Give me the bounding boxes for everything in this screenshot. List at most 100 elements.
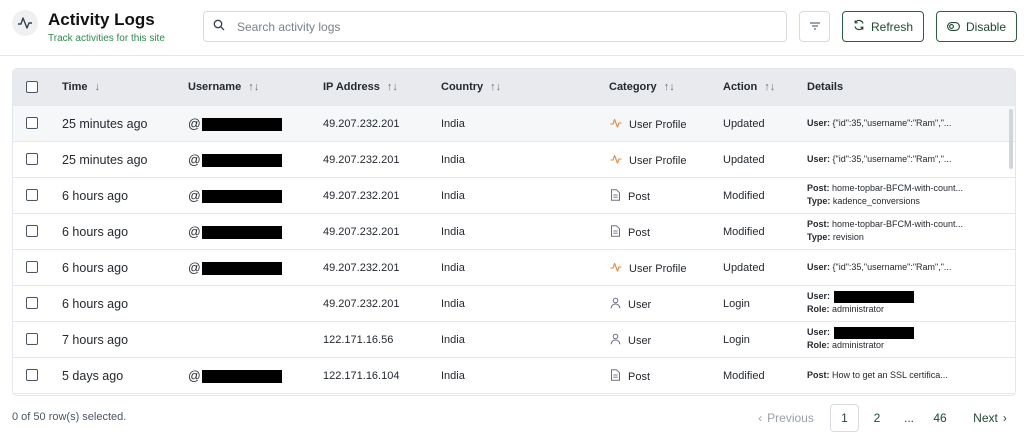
column-label: Country [441,81,484,93]
category-cell: Post [610,369,650,384]
category-label: User [628,298,652,311]
sort-icon: ↑↓ [764,81,776,93]
ip-cell: 49.207.232.201 [323,226,400,238]
column-header-ip[interactable]: IP Address ↑↓ [323,81,398,93]
column-label: IP Address [323,81,380,93]
row-checkbox[interactable] [26,261,38,273]
username-cell: @ [188,189,282,204]
time-cell: 7 hours ago [62,333,129,347]
detail-value: home-topbar-BFCM-with-count... [829,219,964,229]
table-row[interactable]: 7 hours ago 122.171.16.56 India User Log… [13,322,1015,358]
table-scrollbar[interactable] [1009,109,1013,169]
details-cell: User: Role: administrator [807,290,915,316]
sort-desc-icon: ↓ [94,81,100,93]
table-header: Time ↓ Username ↑↓ IP Address ↑↓ Country ↑↓ … [13,69,1015,106]
time-cell: 6 hours ago [62,297,129,311]
table-row[interactable]: 25 minutes ago @ 49.207.232.201 India Us… [13,142,1015,178]
ip-cell: 49.207.232.201 [323,154,400,166]
detail-key: Type: [807,232,831,242]
column-header-category[interactable]: Category ↑↓ [609,81,675,93]
row-checkbox[interactable] [26,117,38,129]
redacted-username [201,118,282,132]
user-icon [610,297,628,312]
detail-value: {"id":35,"username":"Ram","... [830,118,952,128]
username-prefix: @ [188,261,201,275]
row-checkbox[interactable] [26,333,38,345]
row-checkbox[interactable] [26,369,38,381]
details-cell: User: {"id":35,"username":"Ram","... [807,153,951,166]
row-checkbox[interactable] [26,189,38,201]
table-row[interactable]: 6 hours ago @ 49.207.232.201 India Post … [13,178,1015,214]
sort-icon: ↑↓ [386,81,398,93]
disable-label: Disable [966,19,1007,34]
sort-icon: ↑↓ [663,81,675,93]
column-header-country[interactable]: Country ↑↓ [441,81,501,93]
country-cell: India [441,370,465,382]
next-page-button[interactable]: Next › [967,404,1013,432]
category-cell: User [610,333,651,348]
ip-cell: 49.207.232.201 [323,262,400,274]
column-label: Details [807,81,844,93]
previous-page-button[interactable]: ‹ Previous [755,404,817,432]
country-cell: India [441,190,465,202]
detail-value: {"id":35,"username":"Ram","... [830,262,952,272]
page-button-1[interactable]: 1 [830,404,859,432]
filter-button[interactable] [799,11,830,42]
select-all-checkbox[interactable] [26,81,38,93]
column-header-username[interactable]: Username ↑↓ [188,81,259,93]
refresh-button[interactable]: Refresh [842,11,924,42]
detail-key: Role: [807,340,830,350]
table-row[interactable]: 6 hours ago 49.207.232.201 India User Lo… [13,286,1015,322]
category-cell: User Profile [610,261,686,276]
activity-icon [610,117,629,132]
page-header: Activity Logs Track activities for this … [0,0,1024,56]
redacted-username [201,262,282,276]
username-prefix: @ [188,117,201,131]
table-row[interactable]: 25 minutes ago @ 49.207.232.201 India Us… [13,106,1015,142]
details-cell: User: {"id":35,"username":"Ram","... [807,117,951,130]
page-subtitle: Track activities for this site [48,33,165,44]
activity-icon [610,153,629,168]
detail-key: User: [807,327,831,337]
country-cell: India [441,118,465,130]
table-row[interactable]: 5 days ago @ 122.171.16.104 India Post M… [13,358,1015,394]
table-row[interactable]: 6 hours ago @ 49.207.232.201 India Post … [13,214,1015,250]
column-label: Category [609,81,657,93]
action-cell: Modified [723,370,765,382]
disable-button[interactable]: Disable [936,11,1017,42]
detail-value: home-topbar-BFCM-with-count... [829,183,964,193]
username-cell: @ [188,225,282,240]
previous-label: Previous [767,411,814,425]
document-icon [610,189,628,204]
category-cell: User Profile [610,153,686,168]
toggle-icon [947,20,966,34]
column-label: Action [723,81,758,93]
row-checkbox[interactable] [26,297,38,309]
search-box[interactable] [203,11,787,42]
chevron-left-icon: ‹ [758,411,763,425]
table-row[interactable]: 6 hours ago @ 49.207.232.201 India User … [13,250,1015,286]
column-header-action[interactable]: Action ↑↓ [723,81,775,93]
activity-table: Time ↓ Username ↑↓ IP Address ↑↓ Country ↑↓ … [12,68,1016,396]
redacted-username [201,226,282,240]
detail-value: revision [830,232,864,242]
detail-key: Post: [807,183,830,193]
username-cell: @ [188,261,282,276]
ip-cell: 49.207.232.201 [323,190,400,202]
column-header-time[interactable]: Time ↓ [62,81,100,93]
row-checkbox[interactable] [26,225,38,237]
ip-cell: 49.207.232.201 [323,118,400,130]
detail-key: User: [807,118,831,128]
search-input[interactable] [237,19,757,34]
next-label: Next [973,411,998,425]
detail-key: User: [807,262,831,272]
page-button-46[interactable]: 46 [927,404,953,432]
page-button-2[interactable]: 2 [864,404,890,432]
category-label: Post [628,370,651,383]
detail-key: Role: [807,304,830,314]
sort-icon: ↑↓ [248,81,260,93]
document-icon [610,225,628,240]
redacted-username [201,190,282,204]
action-cell: Login [723,334,750,346]
row-checkbox[interactable] [26,153,38,165]
